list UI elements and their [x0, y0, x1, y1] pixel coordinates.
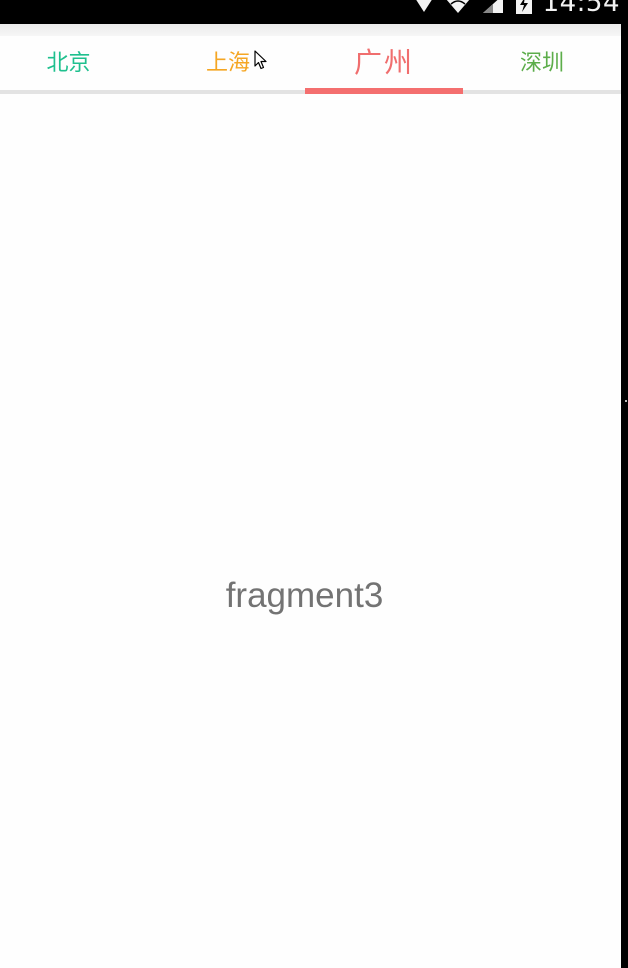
tab-label: 广州: [353, 46, 414, 79]
signal-strength-icon: [413, 0, 435, 18]
screen-right-edge: [621, 24, 628, 968]
status-bar: 14:54: [0, 0, 628, 24]
wifi-icon: [445, 0, 471, 18]
tab-indicator: [305, 88, 463, 94]
clock: 14:54: [542, 0, 620, 18]
edge-marker: [625, 400, 627, 402]
tab-label: 上海: [205, 51, 250, 76]
mouse-pointer-icon: [254, 50, 268, 70]
tab-beijing[interactable]: 北京: [0, 36, 137, 86]
tab-guangzhou[interactable]: 广州: [305, 36, 463, 86]
tab-label: 北京: [46, 51, 91, 76]
status-icons: 14:54: [413, 0, 620, 24]
tab-shenzhen[interactable]: 深圳: [463, 36, 621, 86]
actionbar-shadow: [0, 24, 621, 36]
app-screen: 北京 上海 广州 深圳 fragment3: [0, 24, 621, 968]
battery-charging-icon: [515, 0, 533, 18]
device-frame: 14:54 北京 上海 广州 深圳 fragment3: [0, 0, 628, 968]
cell-signal-icon: [481, 0, 505, 18]
fragment-content-label: fragment3: [225, 576, 384, 615]
tab-shanghai[interactable]: 上海: [152, 36, 304, 86]
tab-label: 深圳: [519, 51, 564, 76]
